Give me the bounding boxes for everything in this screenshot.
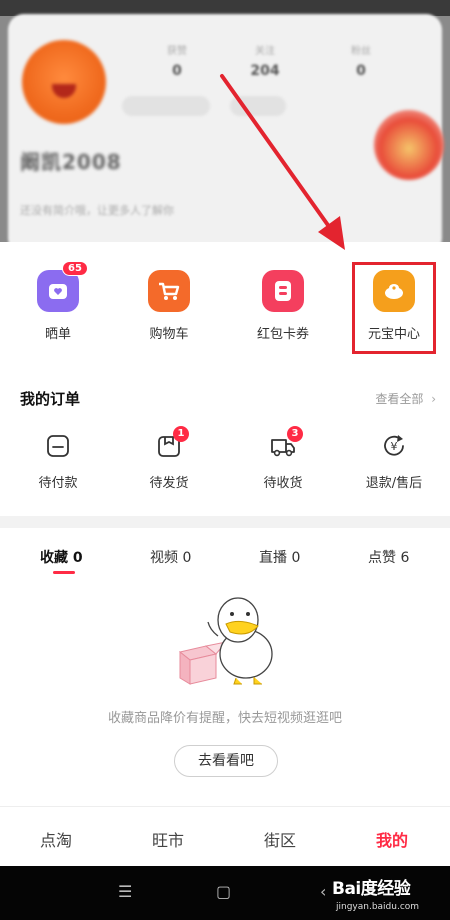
active-tab-indicator xyxy=(53,571,75,574)
notification-badge: 1 xyxy=(173,426,189,442)
watermark-main: Bai度经验 xyxy=(332,879,411,899)
tab-likes[interactable]: 点赞 6 xyxy=(368,547,409,567)
cart-icon xyxy=(148,270,190,312)
stat-label: 粉丝 xyxy=(351,46,371,57)
stat-value: 0 xyxy=(356,63,366,79)
watermark: Bai度经验 jingyan.baidu.com xyxy=(332,874,450,918)
svg-text:¥: ¥ xyxy=(391,440,398,453)
notification-badge: 3 xyxy=(287,426,303,442)
tab-videos[interactable]: 视频 0 xyxy=(150,547,191,567)
tab-live[interactable]: 直播 0 xyxy=(259,547,300,567)
promo-badge-icon[interactable] xyxy=(374,110,444,180)
watermark-sub: jingyan.baidu.com xyxy=(336,902,420,912)
view-all-label: 查看全部 xyxy=(375,392,424,406)
nav-diantao[interactable]: 点淘 xyxy=(40,827,72,851)
service-cart[interactable]: 购物车 xyxy=(124,270,214,342)
highlight-box xyxy=(352,262,436,354)
wallet-icon xyxy=(44,432,72,460)
nav-wangshi[interactable]: 旺市 xyxy=(152,827,184,851)
menu-icon[interactable]: ☰ xyxy=(118,882,132,901)
stat-following[interactable]: 关注 204 xyxy=(240,42,290,79)
stat-value: 0 xyxy=(172,63,182,79)
service-label: 红包卡券 xyxy=(256,327,309,342)
tag-pill[interactable] xyxy=(230,96,286,116)
orders-header: 我的订单 查看全部 › xyxy=(20,388,436,408)
order-label: 待收货 xyxy=(263,476,303,491)
order-refund[interactable]: ¥ 退款/售后 xyxy=(349,432,439,491)
coupon-icon xyxy=(262,270,304,312)
bottom-nav: 点淘 旺市 街区 我的 xyxy=(0,806,450,866)
nav-jiequ[interactable]: 街区 xyxy=(264,827,296,851)
share-orders-icon: 65 xyxy=(37,261,88,312)
order-pending-receipt[interactable]: 3 待收货 xyxy=(238,426,328,491)
avatar[interactable] xyxy=(22,40,106,124)
truck-icon: 3 xyxy=(269,426,303,460)
order-label: 待付款 xyxy=(38,476,78,491)
stat-fans[interactable]: 粉丝 0 xyxy=(336,42,386,79)
order-pending-payment[interactable]: 待付款 xyxy=(13,432,103,491)
tab-favorites[interactable]: 收藏 0 xyxy=(40,547,83,567)
section-divider xyxy=(0,516,450,528)
home-icon[interactable]: ▢ xyxy=(216,882,231,901)
service-label: 购物车 xyxy=(149,327,189,342)
nav-mine[interactable]: 我的 xyxy=(376,827,408,851)
nickname: 阚凯2008 xyxy=(20,150,122,174)
order-pending-shipment[interactable]: 1 待发货 xyxy=(124,426,214,491)
profile-header: 获赞 0 关注 204 粉丝 0 阚凯2008 还没有简介哦，让更多人了解你 xyxy=(0,0,450,242)
empty-state-text: 收藏商品降价有提醒，快去短视频逛逛吧 xyxy=(107,711,342,726)
stat-label: 获赞 xyxy=(167,46,187,57)
stat-likes[interactable]: 获赞 0 xyxy=(152,42,202,79)
chevron-right-icon: › xyxy=(431,392,436,406)
stat-value: 204 xyxy=(250,63,280,79)
package-icon: 1 xyxy=(155,426,189,460)
service-label: 晒单 xyxy=(44,327,71,342)
stat-label: 关注 xyxy=(255,46,275,57)
order-label: 退款/售后 xyxy=(365,476,423,491)
member-pill[interactable] xyxy=(122,96,210,116)
back-icon[interactable]: ‹ xyxy=(320,882,326,901)
browse-button[interactable]: 去看看吧 xyxy=(174,745,278,777)
duck-illustration-icon xyxy=(178,597,273,685)
bio[interactable]: 还没有简介哦，让更多人了解你 xyxy=(20,202,174,218)
service-coupons[interactable]: 红包卡券 xyxy=(238,270,328,342)
orders-title: 我的订单 xyxy=(20,390,81,408)
order-label: 待发货 xyxy=(149,476,189,491)
service-share-orders[interactable]: 65 晒单 xyxy=(13,261,103,342)
view-all-orders-link[interactable]: 查看全部 › xyxy=(375,390,436,407)
refund-icon: ¥ xyxy=(380,432,408,460)
notification-badge: 65 xyxy=(62,261,88,276)
